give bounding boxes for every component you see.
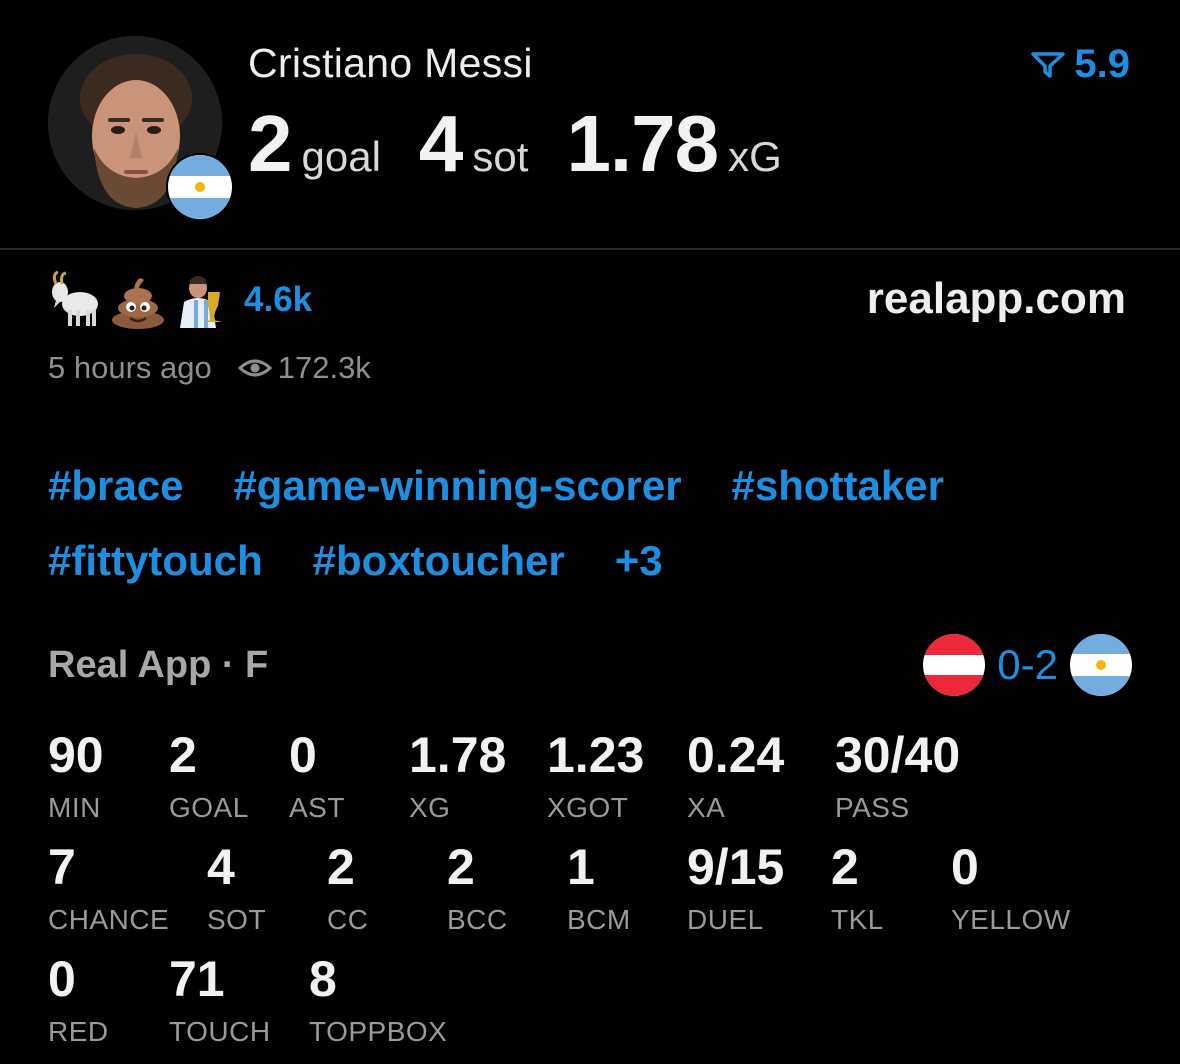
headline-xg-value: 1.78 [566, 99, 719, 188]
hashtag-line-1: #brace #game-winning-scorer #shottaker [48, 448, 1148, 523]
site-link[interactable]: realapp.com [867, 274, 1126, 324]
poop-emoji-icon[interactable] [108, 270, 168, 330]
competition-label[interactable]: Real App · F [48, 644, 268, 687]
stat-label: TOUCH [169, 1016, 271, 1047]
stat-value: 1.78 [409, 727, 507, 783]
stat-value: 2 [169, 727, 197, 783]
rating-funnel-icon [1031, 51, 1066, 78]
player-name[interactable]: Cristiano Messi [248, 40, 533, 87]
austria-flag-icon [923, 634, 986, 696]
stat-label: XG [409, 792, 451, 823]
stat-cc: 2 CC [327, 842, 368, 936]
stat-value: 30/40 [835, 727, 961, 783]
stat-bcc: 2 BCC [447, 842, 508, 936]
headline-goal-value: 2 [248, 99, 292, 188]
header-divider [0, 248, 1180, 250]
score-value: 0-2 [997, 641, 1058, 688]
stat-label: BCC [447, 904, 508, 935]
stat-value: 1.23 [547, 727, 645, 783]
stat-value: 0.24 [687, 727, 785, 783]
goat-emoji-icon[interactable] [46, 270, 106, 330]
stat-value: 1 [567, 839, 595, 895]
stat-value: 0 [951, 839, 979, 895]
stat-xa: 0.24 XA [687, 730, 784, 824]
headline-goal-label: goal [301, 133, 381, 180]
stat-label: TOPPBOX [309, 1016, 448, 1047]
trophy-kiss-emoji-icon[interactable] [170, 270, 230, 330]
stat-label: DUEL [687, 904, 764, 935]
hashtag-game-winning-scorer[interactable]: #game-winning-scorer [233, 462, 681, 510]
stat-value: 0 [289, 727, 317, 783]
stat-value: 2 [327, 839, 355, 895]
stat-value: 90 [48, 727, 104, 783]
hashtag-brace[interactable]: #brace [48, 462, 183, 510]
headline-stats: 2 goal 4 sot 1.78 xG [248, 98, 782, 190]
reactions-row[interactable]: 4.6k [46, 270, 312, 330]
more-tags-button[interactable]: +3 [615, 537, 663, 585]
stat-value: 2 [831, 839, 859, 895]
stat-duel: 9/15 DUEL [687, 842, 784, 936]
stat-label: PASS [835, 792, 910, 823]
stat-value: 9/15 [687, 839, 785, 895]
stat-label: BCM [567, 904, 631, 935]
stat-label: CHANCE [48, 904, 170, 935]
eye-icon [237, 359, 272, 377]
stat-xg: 1.78 XG [409, 730, 506, 824]
post-meta: 5 hours ago 172.3k [48, 350, 371, 386]
stat-label: CC [327, 904, 369, 935]
stat-tkl: 2 TKL [831, 842, 884, 936]
stat-value: 7 [48, 839, 76, 895]
time-ago: 5 hours ago [48, 350, 212, 385]
stat-label: GOAL [169, 792, 249, 823]
rating-value: 5.9 [1074, 42, 1130, 86]
stat-pass: 30/40 PASS [835, 730, 960, 824]
stat-goal: 2 GOAL [169, 730, 249, 824]
stat-toppbox: 8 TOPPBOX [309, 954, 447, 1048]
argentina-flag-icon [166, 153, 234, 221]
stat-label: MIN [48, 792, 101, 823]
stat-value: 2 [447, 839, 475, 895]
match-score[interactable]: 0-2 [923, 634, 1132, 696]
stat-value: 8 [309, 951, 337, 1007]
stat-ast: 0 AST [289, 730, 345, 824]
stat-chance: 7 CHANCE [48, 842, 169, 936]
reaction-count[interactable]: 4.6k [244, 280, 312, 320]
stat-yellow: 0 YELLOW [951, 842, 1071, 936]
view-count: 172.3k [237, 350, 371, 386]
stat-bcm: 1 BCM [567, 842, 631, 936]
stat-label: XGOT [547, 792, 629, 823]
stat-touch: 71 TOUCH [169, 954, 271, 1048]
stat-label: YELLOW [951, 904, 1071, 935]
headline-xg-label: xG [728, 133, 782, 180]
player-rating[interactable]: 5.9 [1030, 42, 1130, 87]
stat-label: TKL [831, 904, 884, 935]
stat-xgot: 1.23 XGOT [547, 730, 644, 824]
headline-sot-label: sot [472, 133, 529, 180]
headline-sot-value: 4 [418, 99, 463, 188]
stat-label: RED [48, 1016, 109, 1047]
views-value: 172.3k [277, 350, 371, 385]
stat-label: SOT [207, 904, 267, 935]
hashtag-line-2: #fittytouch #boxtoucher +3 [48, 523, 1148, 598]
stat-label: AST [289, 792, 345, 823]
hashtag-boxtoucher[interactable]: #boxtoucher [313, 537, 565, 585]
stat-value: 71 [169, 951, 225, 1007]
hashtag-list: #brace #game-winning-scorer #shottaker #… [48, 448, 1148, 598]
stat-sot: 4 SOT [207, 842, 266, 936]
hashtag-shottaker[interactable]: #shottaker [732, 462, 944, 510]
hashtag-fittytouch[interactable]: #fittytouch [48, 537, 263, 585]
stat-value: 4 [207, 839, 235, 895]
stat-label: XA [687, 792, 726, 823]
argentina-flag-icon [1070, 634, 1132, 696]
stat-min: 90 MIN [48, 730, 104, 824]
stat-value: 0 [48, 951, 76, 1007]
stat-red: 0 RED [48, 954, 109, 1048]
